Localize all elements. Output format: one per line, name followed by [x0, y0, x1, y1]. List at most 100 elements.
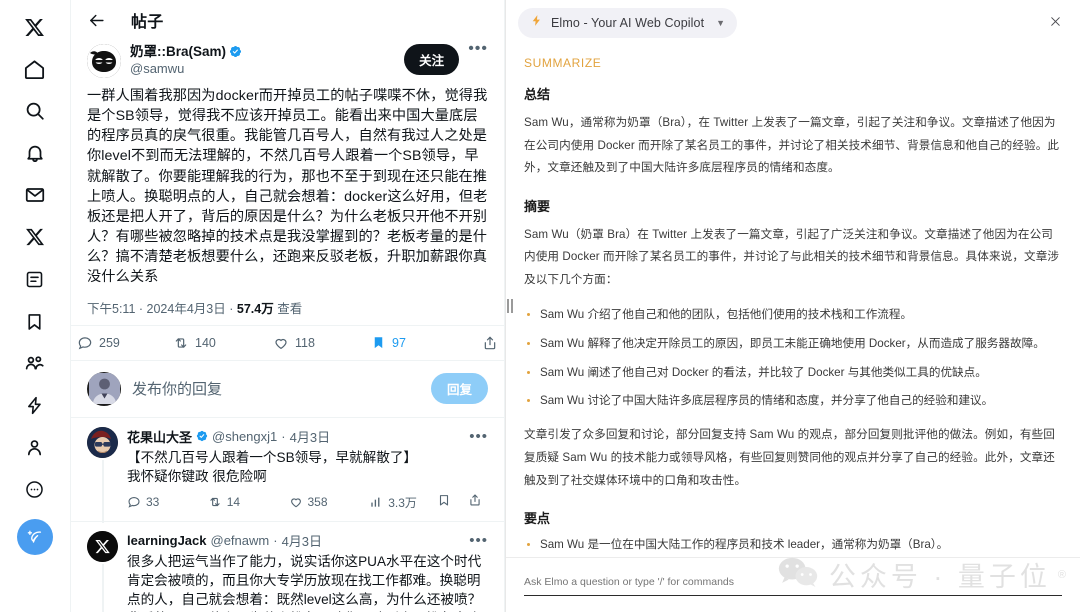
share-icon — [484, 336, 496, 349]
metric-share[interactable] — [482, 335, 498, 351]
metric-value: 97 — [392, 335, 406, 350]
keypoints-list: Sam Wu 是一位在中国大陆工作的程序员和技术 leader，通常称为奶罩（B… — [524, 536, 1062, 557]
summarize-label: SUMMARIZE — [524, 56, 602, 70]
post-more-button[interactable]: ••• — [468, 41, 488, 56]
glasses-photo-avatar-icon — [87, 426, 118, 458]
close-button[interactable] — [1043, 15, 1068, 32]
compose-post-button[interactable] — [16, 519, 53, 555]
arrow-left-icon — [89, 14, 104, 26]
comment-body: learningJack @efnawm · 4月3日 ••• 很多人把运气当作… — [127, 531, 488, 612]
back-button[interactable] — [87, 11, 105, 29]
post-text: 一群人围着我那因为docker而开掉员工的帖子喋喋不休，觉得我是个SB领导，觉得… — [87, 88, 488, 286]
follow-button[interactable]: 关注 — [404, 44, 460, 75]
post-views-label: 查看 — [277, 301, 303, 316]
like-icon — [275, 338, 287, 349]
keypoints-heading: 要点 — [524, 511, 551, 527]
elmo-title: Elmo - Your AI Web Copilot — [551, 16, 705, 30]
sidebar-item-notifications[interactable] — [14, 132, 56, 174]
comment-header: learningJack @efnawm · 4月3日 ••• — [127, 531, 488, 549]
list-item: Sam Wu 阐述了他自己对 Docker 的看法，并比较了 Docker 与其… — [524, 364, 1062, 382]
lightning-icon — [28, 396, 41, 414]
sidebar-item-profile[interactable] — [14, 426, 56, 468]
elmo-chat-input[interactable] — [524, 576, 1062, 596]
metric-likes[interactable]: 358 — [289, 495, 370, 509]
metric-reposts[interactable]: 14 — [208, 495, 289, 509]
sidebar-item-more[interactable] — [14, 468, 56, 510]
post-views-count: 57.4万 — [236, 301, 274, 316]
metric-replies[interactable]: 259 — [77, 335, 173, 351]
metric-value: 259 — [99, 335, 120, 350]
avatar[interactable] — [87, 44, 121, 78]
list-item: Sam Wu 讨论了中国大陆许多底层程序员的情绪和态度，并分享了他自己的经验和建… — [524, 392, 1062, 410]
quill-plus-icon — [27, 530, 42, 543]
bookmark-icon — [28, 313, 41, 330]
sidebar-item-messages[interactable] — [14, 174, 56, 216]
comment-more-button[interactable]: ••• — [469, 429, 488, 444]
sidebar-item-communities[interactable] — [14, 342, 56, 384]
post-timeline: 帖子 奶罩::Bra(Sam) @samwu 关注 ••• 一群人围着我那因为d… — [70, 0, 505, 612]
metric-reposts[interactable]: 140 — [173, 335, 273, 351]
timeline-header: 帖子 — [71, 0, 504, 40]
metric-replies[interactable]: 33 — [127, 495, 208, 509]
elmo-header: Elmo - Your AI Web Copilot ▼ — [506, 0, 1080, 44]
x-logo-avatar-icon — [87, 530, 118, 562]
analytics-icon — [371, 497, 380, 507]
repost-icon — [210, 497, 220, 507]
abstract-outro: 文章引发了众多回复和讨论，部分回复支持 Sam Wu 的观点，部分回复则批评他的… — [524, 428, 1055, 487]
comment-more-button[interactable]: ••• — [469, 533, 488, 548]
panel-resize-handle[interactable] — [506, 298, 514, 314]
elmo-title-dropdown[interactable]: Elmo - Your AI Web Copilot ▼ — [518, 8, 738, 38]
repost-icon — [175, 337, 187, 348]
reply-composer[interactable]: 发布你的回复 回复 — [71, 359, 504, 418]
sidebar-item-search[interactable] — [14, 90, 56, 132]
home-icon — [24, 59, 45, 79]
post-header: 奶罩::Bra(Sam) @samwu 关注 ••• — [87, 40, 488, 78]
sidebar-item-premium[interactable] — [14, 384, 56, 426]
current-user-avatar — [87, 371, 121, 406]
summary-heading: 总结 — [524, 87, 551, 102]
author-display-name: 奶罩::Bra(Sam) — [130, 44, 227, 59]
app-root: 帖子 奶罩::Bra(Sam) @samwu 关注 ••• 一群人围着我那因为d… — [0, 0, 1080, 612]
bookmark-button[interactable] — [437, 493, 451, 512]
sidebar-item-home[interactable] — [14, 48, 56, 90]
sidebar-item-bookmarks[interactable] — [14, 300, 56, 342]
grok-x-icon — [25, 228, 44, 246]
sidebar-item-x-logo[interactable] — [14, 6, 56, 48]
post-time: 下午5:11 — [87, 301, 136, 316]
close-icon — [1051, 16, 1060, 26]
elmo-input-area: 公众号 · 量子位 ® — [506, 557, 1080, 612]
list-item: Sam Wu 解释了他决定开除员工的原因，即员工未能正确地使用 Docker，从… — [524, 335, 1062, 353]
metric-value: 3.3万 — [388, 495, 417, 510]
reply-icon — [128, 497, 140, 508]
x-logo-icon — [25, 18, 44, 36]
metric-bookmarks[interactable]: 97 — [371, 335, 465, 350]
avatar[interactable] — [87, 530, 118, 562]
metric-value: 118 — [295, 335, 315, 350]
bookmark-filled-icon — [374, 337, 383, 349]
reply-submit-button[interactable]: 回复 — [430, 373, 488, 405]
verified-badge-icon — [196, 430, 208, 442]
comment-header: 花果山大圣 @shengxj1 · 4月3日 ••• — [127, 427, 488, 445]
main-post: 奶罩::Bra(Sam) @samwu 关注 ••• 一群人围着我那因为dock… — [71, 40, 504, 325]
metric-likes[interactable]: 118 — [273, 335, 371, 351]
sidebar-item-lists[interactable] — [14, 258, 56, 300]
sidebar-item-grok[interactable] — [14, 216, 56, 258]
list-item: Sam Wu 介绍了他自己和他的团队，包括他们使用的技术栈和工作流程。 — [524, 306, 1062, 324]
reply-icon — [78, 336, 92, 349]
post-author: 奶罩::Bra(Sam) @samwu — [130, 44, 404, 76]
share-button[interactable] — [468, 493, 482, 512]
search-icon — [26, 102, 44, 120]
comment-body: 花果山大圣 @shengxj1 · 4月3日 ••• 【不然几百号人跟着一个SB… — [127, 427, 488, 521]
more-circle-icon — [26, 480, 43, 498]
thread-connector — [102, 459, 104, 523]
summary-paragraph: Sam Wu，通常称为奶罩（Bra），在 Twitter 上发表了一篇文章，引起… — [524, 116, 1060, 175]
user-photo-avatar-icon — [88, 373, 120, 405]
reply-placeholder: 发布你的回复 — [132, 381, 223, 399]
comment-date: 4月3日 — [289, 429, 331, 445]
lightning-bolt-glyph — [532, 15, 540, 26]
metric-views[interactable]: 3.3万 — [369, 494, 437, 511]
page-title: 帖子 — [131, 14, 164, 31]
bra-mask-avatar-icon — [87, 44, 121, 78]
avatar[interactable] — [87, 426, 118, 458]
person-icon — [27, 439, 42, 455]
